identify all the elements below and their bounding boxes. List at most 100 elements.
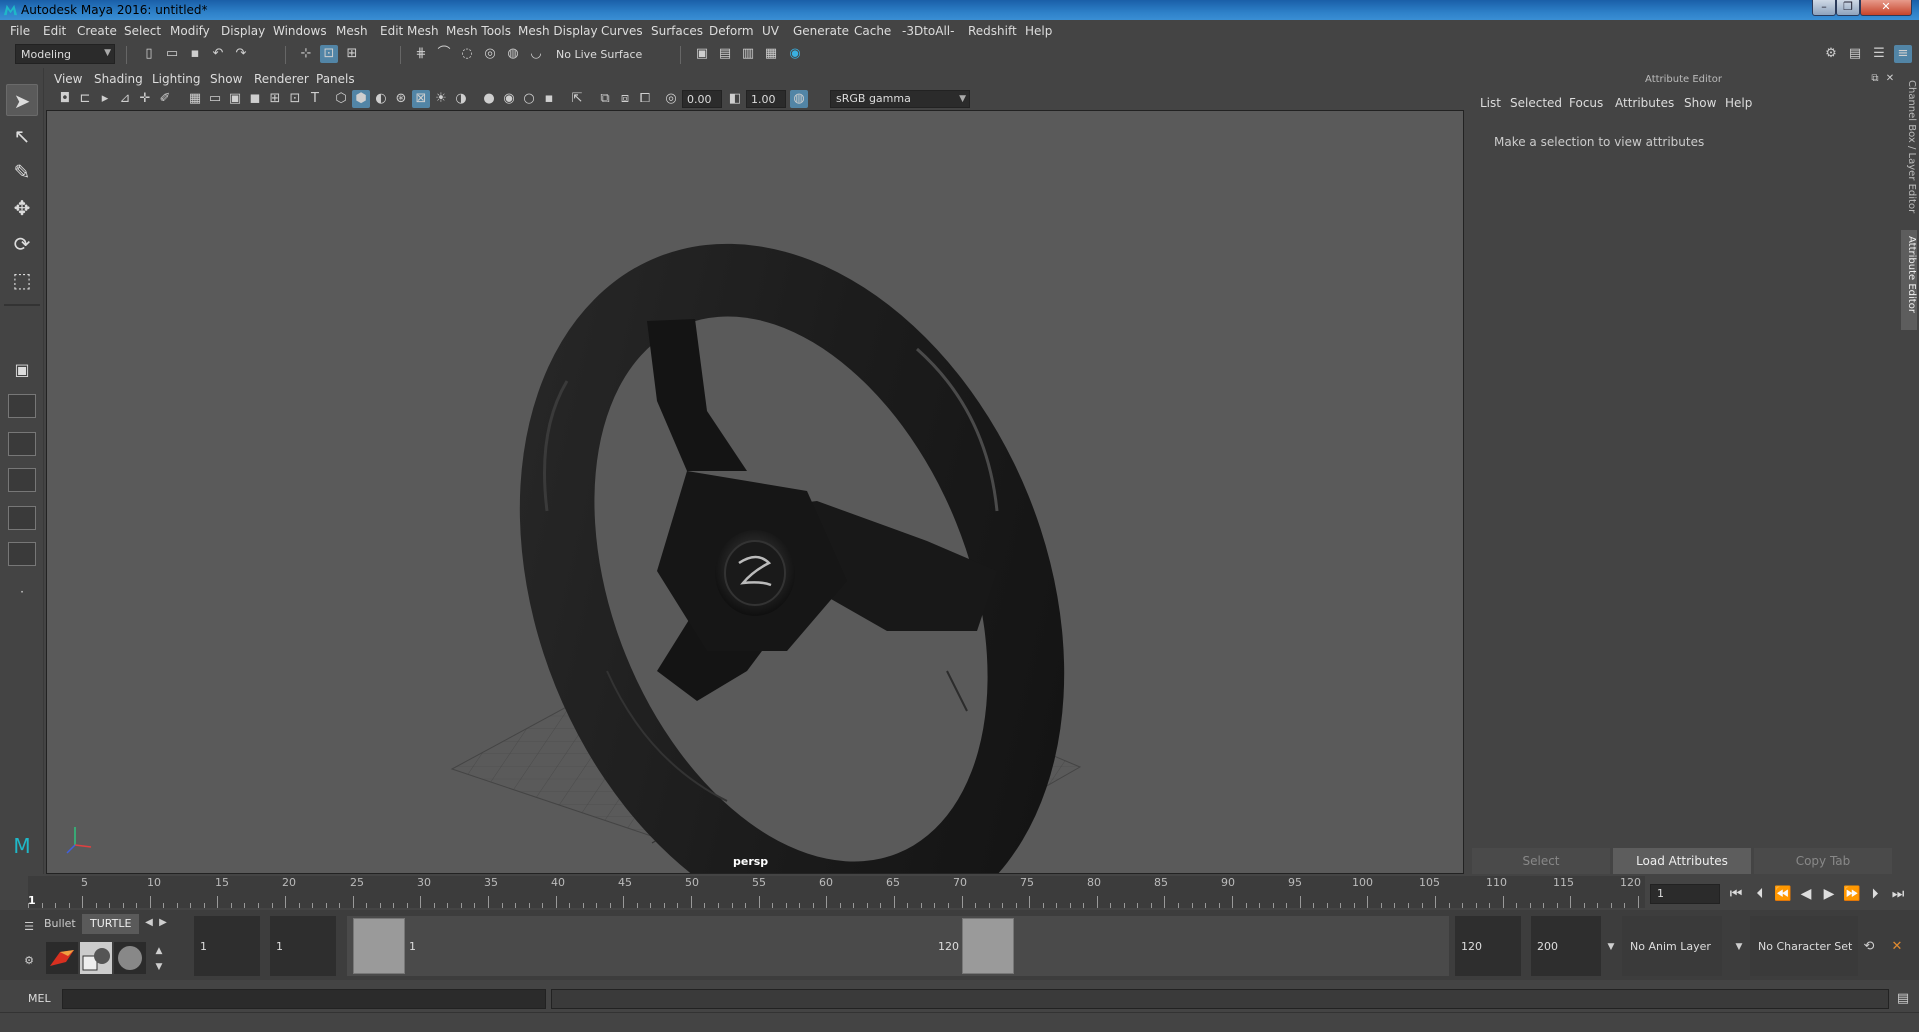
two-d-pan-icon[interactable]: ✛ <box>136 90 154 108</box>
select-object-icon[interactable]: ⊡ <box>320 45 338 63</box>
textured-icon[interactable]: ⊠ <box>412 90 430 108</box>
four-view-layout-icon[interactable] <box>8 394 36 418</box>
minimize-button[interactable]: – <box>1812 0 1836 16</box>
channel-box-tab[interactable]: Channel Box / Layer Editor <box>1901 80 1917 220</box>
playback-end-field[interactable]: 120 <box>1455 916 1521 976</box>
undo-icon[interactable]: ↶ <box>209 45 227 63</box>
xray-joints-icon[interactable]: ⧈ <box>616 90 634 108</box>
command-language-label[interactable]: MEL <box>28 992 51 1005</box>
camera-attributes-icon[interactable]: ⊏ <box>76 90 94 108</box>
mode-selector[interactable]: Modeling ▼ <box>15 44 115 64</box>
character-set-selector[interactable]: No Character Set <box>1750 916 1858 976</box>
lasso-tool-icon[interactable]: ↖ <box>6 120 38 152</box>
grease-pencil-icon[interactable]: ✐ <box>156 90 174 108</box>
time-slider[interactable]: 1 5 10 15 20 25 30 35 40 45 50 55 60 65 … <box>28 876 1645 908</box>
live-surface-field[interactable]: No Live Surface <box>551 45 643 65</box>
turtle-bake-icon[interactable] <box>80 942 112 974</box>
menu-curves[interactable]: Curves <box>601 24 643 38</box>
field-chart-icon[interactable]: ⊞ <box>266 90 284 108</box>
current-frame-field[interactable]: 1 <box>1650 884 1720 904</box>
attr-menu-help[interactable]: Help <box>1725 96 1752 110</box>
select-component-icon[interactable]: ⊞ <box>343 45 361 63</box>
panel-menu-panels[interactable]: Panels <box>316 72 355 86</box>
grid-icon[interactable]: ▦ <box>186 90 204 108</box>
menu-mesh-tools[interactable]: Mesh Tools <box>446 24 511 38</box>
attr-menu-show[interactable]: Show <box>1684 96 1716 110</box>
rotate-tool-icon[interactable]: ⟳ <box>6 228 38 260</box>
step-back-key-icon[interactable]: ⏪ <box>1773 884 1793 904</box>
menu-uv[interactable]: UV <box>762 24 779 38</box>
panel-menu-shading[interactable]: Shading <box>94 72 143 86</box>
exposure-field[interactable]: 0.00 <box>682 90 722 108</box>
panel-menu-renderer[interactable]: Renderer <box>254 72 309 86</box>
menu-help[interactable]: Help <box>1025 24 1052 38</box>
playback-start-field[interactable]: 1 <box>270 916 336 976</box>
persp-uv-layout-icon[interactable] <box>8 542 36 566</box>
turtle-surface-icon[interactable] <box>114 942 146 974</box>
command-input[interactable] <box>62 989 546 1009</box>
snap-surface-icon[interactable]: ◍ <box>504 45 522 63</box>
hypershade-icon[interactable]: ◉ <box>786 45 804 63</box>
channel-box-icon[interactable]: ≡ <box>1894 45 1912 63</box>
xray-components-icon[interactable]: ⧠ <box>636 90 654 108</box>
select-hierarchy-icon[interactable]: ⊹ <box>297 45 315 63</box>
chevron-down-icon[interactable]: ▼ <box>1730 938 1748 956</box>
chevron-down-icon[interactable]: ▼ <box>1602 938 1620 956</box>
auto-key-icon[interactable]: ⟲ <box>1860 938 1878 956</box>
menu-deform[interactable]: Deform <box>709 24 754 38</box>
maximize-button[interactable]: ❐ <box>1836 0 1860 16</box>
perspective-viewport[interactable]: persp <box>46 110 1464 874</box>
shelf-scroll-down-icon[interactable]: ▼ <box>150 958 168 976</box>
save-scene-icon[interactable]: ▪ <box>186 45 204 63</box>
menu-redshift[interactable]: Redshift <box>968 24 1017 38</box>
live-surface-icon[interactable]: ◡ <box>527 45 545 63</box>
gamma-icon[interactable]: ◧ <box>726 90 744 108</box>
anti-aliasing-icon[interactable]: ○ <box>520 90 538 108</box>
anim-layer-selector[interactable]: No Anim Layer <box>1622 916 1722 976</box>
paint-select-tool-icon[interactable]: ✎ <box>6 156 38 188</box>
redo-icon[interactable]: ↷ <box>232 45 250 63</box>
open-scene-icon[interactable]: ▭ <box>163 45 181 63</box>
attr-menu-list[interactable]: List <box>1480 96 1501 110</box>
depth-of-field-icon[interactable]: ▪ <box>540 90 558 108</box>
shelf-tab-bullet[interactable]: Bullet <box>36 914 84 934</box>
menu-mesh-display[interactable]: Mesh Display <box>518 24 598 38</box>
panel-menu-view[interactable]: View <box>54 72 82 86</box>
attr-menu-focus[interactable]: Focus <box>1569 96 1603 110</box>
close-panel-icon[interactable]: ✕ <box>1883 72 1897 86</box>
turtle-render-icon[interactable] <box>46 942 78 974</box>
color-management-icon[interactable]: ◍ <box>790 90 808 108</box>
attr-menu-attributes[interactable]: Attributes <box>1615 96 1674 110</box>
menu-mesh[interactable]: Mesh <box>336 24 368 38</box>
step-forward-frame-icon[interactable]: ⏵ <box>1865 884 1885 904</box>
animation-preferences-icon[interactable]: ✕ <box>1888 938 1906 956</box>
close-button[interactable]: ✕ <box>1860 0 1912 16</box>
step-back-frame-icon[interactable]: ⏴ <box>1750 884 1770 904</box>
panel-menu-lighting[interactable]: Lighting <box>152 72 201 86</box>
step-forward-key-icon[interactable]: ⏩ <box>1842 884 1862 904</box>
persp-graph-layout-icon[interactable] <box>8 468 36 492</box>
ipr-render-icon[interactable]: ▥ <box>739 45 757 63</box>
snap-view-plane-icon[interactable]: ◎ <box>481 45 499 63</box>
scale-tool-icon[interactable]: ⬚ <box>6 264 38 296</box>
outliner-icon[interactable]: ☰ <box>1870 45 1888 63</box>
range-start-handle[interactable] <box>353 918 405 974</box>
render-globals-icon[interactable]: ▦ <box>762 45 780 63</box>
menu-generate[interactable]: Generate <box>793 24 849 38</box>
xray-icon[interactable]: ⧉ <box>596 90 614 108</box>
new-scene-icon[interactable]: ▯ <box>140 45 158 63</box>
resolution-gate-icon[interactable]: ▣ <box>226 90 244 108</box>
menu-select[interactable]: Select <box>124 24 161 38</box>
gamma-field[interactable]: 1.00 <box>746 90 786 108</box>
menu-edit-mesh[interactable]: Edit Mesh <box>380 24 439 38</box>
render-settings-icon[interactable]: ▣ <box>693 45 711 63</box>
shelf-tab-turtle[interactable]: TURTLE <box>82 914 140 934</box>
menu-modify[interactable]: Modify <box>170 24 210 38</box>
go-to-end-icon[interactable]: ⏭ <box>1888 884 1908 904</box>
select-button[interactable]: Select <box>1472 848 1610 874</box>
play-backward-icon[interactable]: ◀ <box>1796 884 1816 904</box>
snap-curve-icon[interactable]: ⌒ <box>435 45 453 63</box>
snap-point-icon[interactable]: ◌ <box>458 45 476 63</box>
select-tool-icon[interactable]: ➤ <box>6 84 38 116</box>
isolate-select-icon[interactable]: ⇱ <box>568 90 586 108</box>
